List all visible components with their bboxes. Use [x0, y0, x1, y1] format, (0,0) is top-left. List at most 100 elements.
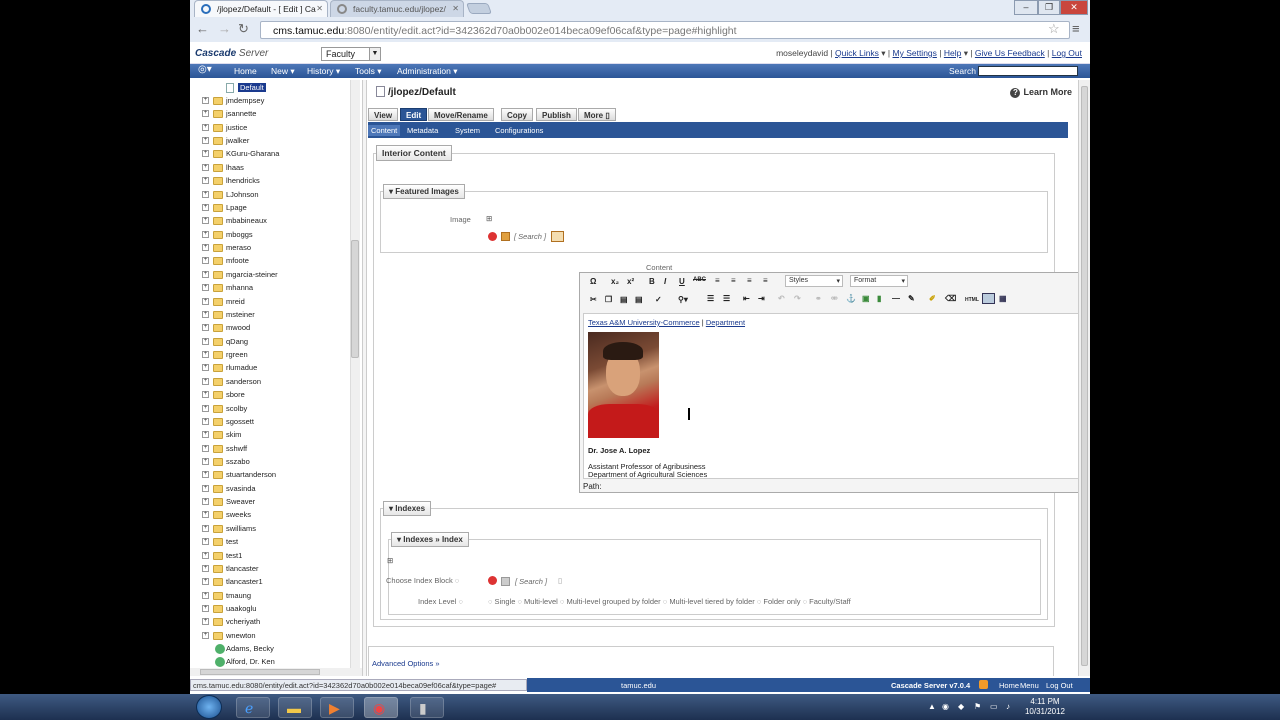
expand-icon[interactable]: + [202, 391, 209, 399]
cut-icon[interactable]: ✂ [590, 295, 597, 304]
anchor-icon[interactable]: ⚓ [846, 294, 856, 303]
expand-icon[interactable]: + [202, 137, 209, 145]
subscript-icon[interactable]: x₂ [611, 277, 619, 286]
expand-icon[interactable]: + [202, 217, 209, 225]
search-input[interactable] [978, 66, 1078, 76]
ie-taskbar-icon[interactable]: ℯ [236, 697, 270, 718]
paste-text-icon[interactable]: ▤ [635, 295, 643, 304]
fullscreen-icon[interactable] [982, 293, 995, 304]
tab-system[interactable]: System [455, 126, 480, 135]
clear-icon[interactable] [488, 576, 497, 585]
spellcheck-icon[interactable]: ✓ [655, 295, 662, 304]
back-icon[interactable]: ← [196, 21, 209, 36]
expand-icon[interactable]: + [202, 417, 209, 425]
system-clock[interactable]: 4:11 PM 10/31/2012 [1020, 697, 1070, 717]
expand-icon[interactable]: + [202, 230, 209, 238]
superscript-icon[interactable]: x² [627, 277, 634, 286]
edit-icon[interactable]: ✎ [908, 294, 915, 303]
footer-menu-link[interactable]: Menu [1020, 681, 1039, 690]
expand-icon[interactable]: ⊞ [387, 556, 393, 565]
expand-icon[interactable]: + [202, 591, 209, 599]
numbered-list-icon[interactable]: ☰ [723, 294, 730, 303]
advanced-options-link[interactable]: Advanced Options » [372, 659, 440, 668]
close-tab-icon[interactable]: ✕ [452, 4, 459, 13]
explorer-taskbar-icon[interactable]: ▬ [278, 697, 312, 718]
expand-icon[interactable]: + [202, 297, 209, 305]
expand-icon[interactable]: + [202, 203, 209, 211]
main-scrollbar[interactable] [1078, 80, 1090, 676]
expand-icon[interactable]: + [202, 163, 209, 171]
insert-image-icon[interactable]: ▣ [862, 294, 870, 303]
reload-icon[interactable]: ↻ [238, 21, 249, 37]
expand-icon[interactable]: + [202, 631, 209, 639]
site-selector[interactable]: Faculty ▼ [321, 47, 381, 61]
expand-icon[interactable]: + [202, 324, 209, 332]
menu-home[interactable]: Home [234, 66, 257, 76]
expand-icon[interactable]: + [202, 150, 209, 158]
tray-icon[interactable]: ◉ [942, 702, 949, 711]
expand-icon[interactable]: + [202, 498, 209, 506]
underline-icon[interactable]: U [679, 277, 685, 286]
expand-icon[interactable]: + [202, 578, 209, 586]
expand-icon[interactable]: + [202, 257, 209, 265]
minimize-icon[interactable]: – [1014, 0, 1038, 15]
tab-more[interactable]: More ▯ [578, 108, 616, 121]
radio-faculty-staff[interactable]: ◌ Faculty/Staff [803, 597, 851, 606]
index-block-search-field[interactable]: [ Search ] [515, 577, 547, 586]
tree-scrollbar[interactable] [350, 80, 360, 668]
browser-tab-active[interactable]: /jlopez/Default - [ Edit ] Ca ✕ [194, 0, 328, 17]
remove-format-icon[interactable]: ⌫ [945, 294, 956, 303]
network-icon[interactable]: ▭ [990, 702, 998, 711]
expand-icon[interactable]: + [202, 524, 209, 532]
expand-icon[interactable]: + [202, 377, 209, 385]
volume-icon[interactable]: ♪ [1006, 702, 1010, 711]
expand-icon[interactable]: + [202, 511, 209, 519]
expand-icon[interactable]: + [202, 364, 209, 372]
image-search-field[interactable]: [ Search ] [514, 232, 546, 241]
featured-images-toggle[interactable]: ▾ Featured Images [383, 184, 465, 199]
tree-scrollbar-thumb[interactable] [351, 240, 359, 358]
quick-links-link[interactable]: Quick Links [835, 48, 879, 58]
align-right-icon[interactable]: ≡ [747, 276, 752, 285]
menu-new[interactable]: New ▾ [271, 66, 295, 77]
menu-tools[interactable]: Tools ▾ [355, 66, 381, 77]
radio-multi-tiered[interactable]: ◌ Multi-level tiered by folder [663, 597, 755, 606]
editor-content-area[interactable]: Texas A&M University-Commerce | Departme… [583, 313, 1078, 479]
footer-logout-link[interactable]: Log Out [1046, 681, 1073, 690]
department-link[interactable]: Department [706, 318, 745, 327]
browser-tab-faculty[interactable]: faculty.tamuc.edu/jlopez/ ✕ [330, 0, 464, 17]
radio-multi-grouped[interactable]: ◌ Multi-level grouped by folder [560, 597, 661, 606]
new-tab-button[interactable] [465, 3, 493, 14]
cleanup-icon[interactable]: ✐ [929, 294, 936, 303]
bookmark-star-icon[interactable]: ☆ [1048, 21, 1060, 37]
expand-icon[interactable]: + [202, 444, 209, 452]
find-icon[interactable]: ⚲▾ [678, 295, 688, 304]
radio-single[interactable]: ◌ Single [488, 597, 515, 606]
expand-icon[interactable]: + [202, 551, 209, 559]
format-dropdown[interactable]: Format ▾ [850, 275, 908, 287]
logout-link[interactable]: Log Out [1052, 48, 1082, 58]
help-link[interactable]: Help [944, 48, 961, 58]
expand-icon[interactable]: + [202, 351, 209, 359]
italic-icon[interactable]: I [664, 277, 666, 286]
expand-icon[interactable]: + [202, 471, 209, 479]
rss-icon[interactable] [979, 680, 988, 689]
my-settings-link[interactable]: My Settings [893, 48, 937, 58]
indent-icon[interactable]: ⇥ [758, 294, 765, 303]
radio-folder-only[interactable]: ◌ Folder only [757, 597, 801, 606]
clear-icon[interactable] [488, 232, 497, 241]
expand-icon[interactable]: + [202, 310, 209, 318]
expand-icon[interactable]: + [202, 190, 209, 198]
tab-copy[interactable]: Copy [501, 108, 533, 121]
tray-arrow-icon[interactable]: ▲ [928, 702, 936, 711]
tray-icon[interactable]: ◆ [958, 702, 964, 711]
feedback-link[interactable]: Give Us Feedback [975, 48, 1045, 58]
expand-icon[interactable]: + [202, 337, 209, 345]
align-center-icon[interactable]: ≡ [731, 276, 736, 285]
university-link[interactable]: Texas A&M University-Commerce [588, 318, 700, 327]
link-icon[interactable]: ⚭ [815, 294, 822, 303]
expand-icon[interactable]: + [202, 457, 209, 465]
menu-history[interactable]: History ▾ [307, 66, 340, 77]
learn-more-link[interactable]: ? Learn More [1010, 87, 1072, 98]
forward-icon[interactable]: → [218, 21, 231, 36]
